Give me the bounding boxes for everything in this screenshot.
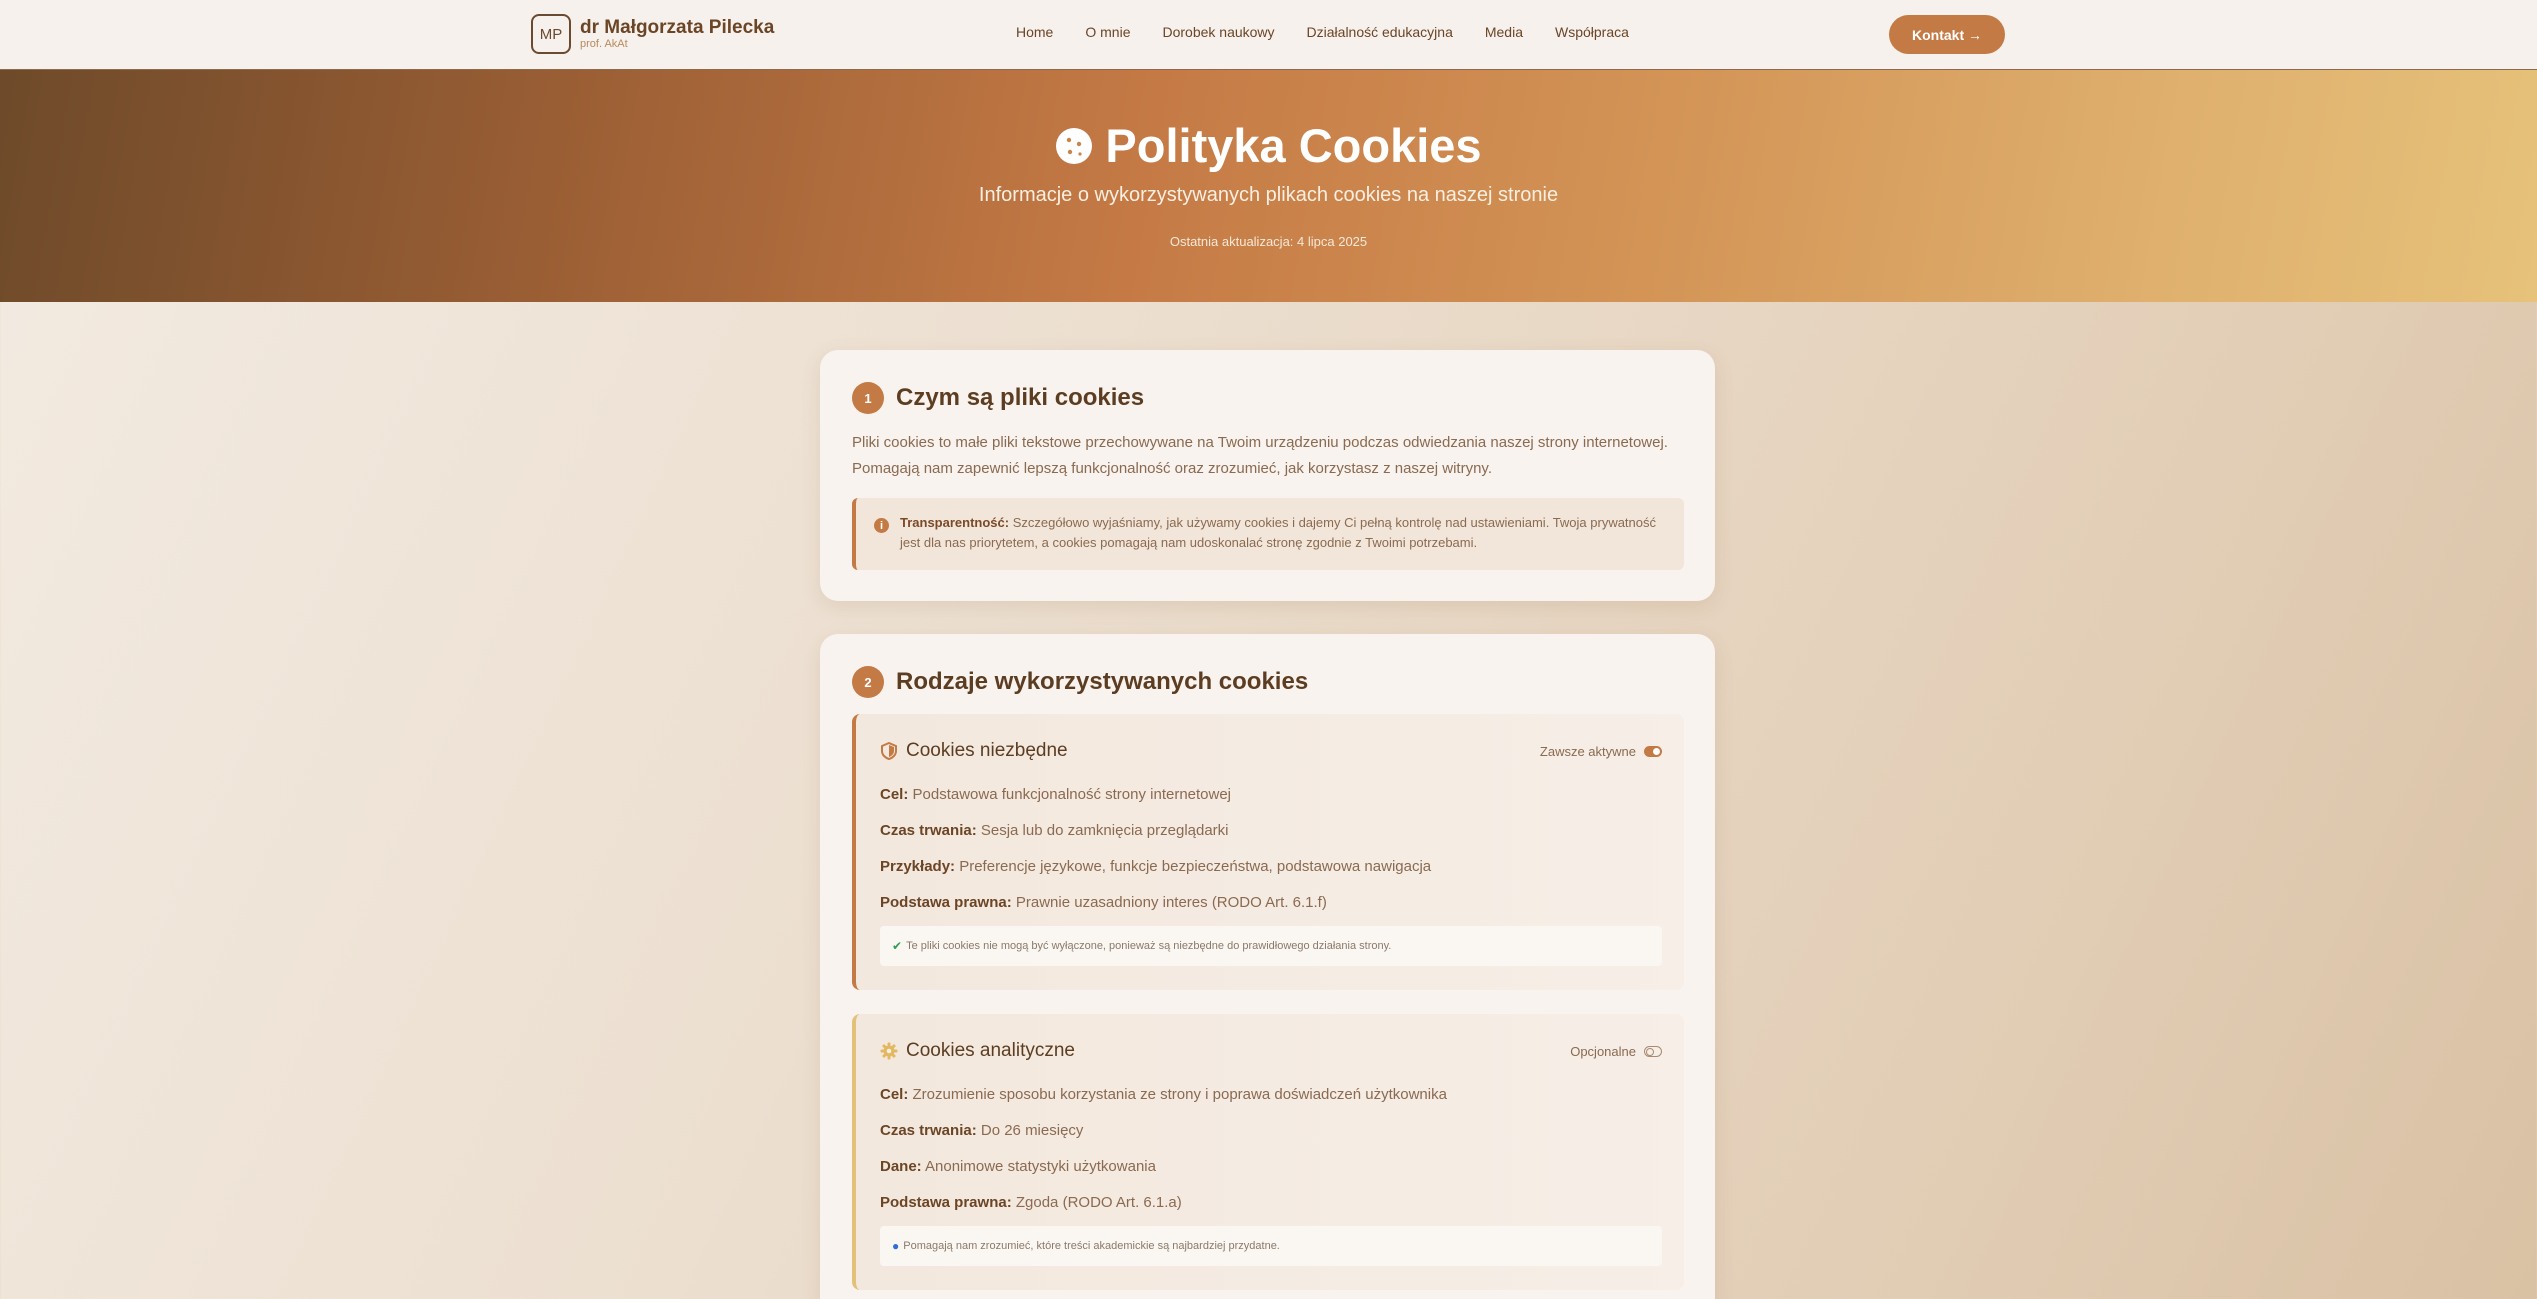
top-navbar: MP dr Małgorzata Pilecka prof. AkAt Home… [0,0,2537,70]
notice-label: Transparentność: [900,515,1010,530]
check-icon: ✔ [892,939,903,953]
transparency-notice: i Transparentność: Szczegółowo wyjaśniam… [852,498,1684,570]
row-label: Czas trwania: [880,1122,977,1139]
section-card-what-are-cookies: 1 Czym są pliki cookies Pliki cookies to… [820,350,1715,601]
section-text: Pliki cookies to małe pliki tekstowe prz… [852,434,1668,477]
last-updated: Ostatnia aktualizacja: 4 lipca 2025 [1169,234,1368,249]
gear-icon [880,1042,898,1060]
section-number: 1 [852,382,884,414]
page-title: Polityka Cookies [1105,119,1482,172]
nav-item-education[interactable]: Działalność edukacyjna [1307,24,1453,40]
note-text: Pomagają nam zrozumieć, które treści aka… [903,1240,1280,1252]
info-icon: i [874,518,889,533]
row-value: Sesja lub do zamknięcia przeglądarki [976,822,1229,839]
brand-name: dr Małgorzata Pilecka [580,17,775,38]
section-number: 2 [852,666,884,698]
info-row-examples: Przykłady: Preferencje językowe, funkcje… [880,858,1431,875]
info-row-legal-basis: Podstawa prawna: Prawnie uzasadniony int… [880,894,1327,911]
row-value: Preferencje językowe, funkcje bezpieczeń… [955,858,1432,875]
section-title: Rodzaje wykorzystywanych cookies [896,668,1309,695]
section-header: 1 Czym są pliki cookies [852,382,1144,414]
brand-logo[interactable]: MP dr Małgorzata Pilecka prof. AkAt [531,14,774,54]
cookie-note: ● Pomagają nam zrozumieć, które treści a… [880,1226,1662,1266]
section-card-cookie-types: 2 Rodzaje wykorzystywanych cookies Cooki… [820,634,1715,1299]
row-label: Cel: [880,786,909,803]
cookie-type-header: Cookies niezbędne [880,740,1068,762]
info-row-legal-basis: Podstawa prawna: Zgoda (RODO Art. 6.1.a) [880,1194,1182,1211]
cookie-icon [1056,127,1093,164]
toggle-switch[interactable] [1644,1046,1662,1057]
contact-button[interactable]: Kontakt → [1889,15,2005,54]
info-row-duration: Czas trwania: Sesja lub do zamknięcia pr… [880,822,1229,839]
section-header: 2 Rodzaje wykorzystywanych cookies [852,666,1308,698]
row-label: Cel: [880,1086,909,1103]
cookie-status: Zawsze aktywne [1540,744,1662,759]
nav-item-research[interactable]: Dorobek naukowy [1162,24,1274,40]
row-value: Do 26 miesięcy [976,1122,1084,1139]
logo-badge: MP [531,14,571,54]
note-text: Te pliki cookies nie mogą być wyłączone,… [906,940,1392,952]
info-row-purpose: Cel: Podstawowa funkcjonalność strony in… [880,786,1231,803]
main-menu: Home O mnie Dorobek naukowy Działalność … [1016,24,1661,40]
row-value: Zrozumienie sposobu korzystania ze stron… [908,1086,1447,1103]
notice-body: Szczegółowo wyjaśniamy, jak używamy cook… [900,515,1657,550]
cookie-note: ✔ Te pliki cookies nie mogą być wyłączon… [880,926,1662,966]
brand-subtitle: prof. AkAt [580,38,628,50]
nav-item-media[interactable]: Media [1485,24,1523,40]
row-label: Dane: [880,1158,922,1175]
info-row-purpose: Cel: Zrozumienie sposobu korzystania ze … [880,1086,1447,1103]
row-value: Anonimowe statystyki użytkowania [921,1158,1156,1175]
row-label: Podstawa prawna: [880,894,1012,911]
page-subtitle: Informacje o wykorzystywanych plikach co… [978,184,1559,206]
cookie-status: Opcjonalne [1570,1044,1662,1059]
info-row-data: Dane: Anonimowe statystyki użytkowania [880,1158,1156,1175]
cookie-type-necessary: Cookies niezbędne Zawsze aktywne Cel: Po… [852,714,1684,990]
nav-item-about[interactable]: O mnie [1085,24,1130,40]
nav-item-home[interactable]: Home [1016,24,1053,40]
toggle-switch[interactable] [1644,746,1662,757]
row-label: Podstawa prawna: [880,1194,1012,1211]
status-label: Opcjonalne [1570,1044,1636,1059]
status-label: Zawsze aktywne [1539,744,1636,759]
row-value: Podstawowa funkcjonalność strony interne… [908,786,1232,803]
brand-text: dr Małgorzata Pilecka prof. AkAt [580,17,775,51]
section-title: Czym są pliki cookies [896,384,1145,411]
cookie-type-header: Cookies analityczne [880,1040,1075,1062]
cookie-type-title: Cookies niezbędne [906,740,1068,761]
info-row-duration: Czas trwania: Do 26 miesięcy [880,1122,1083,1139]
cookie-type-title: Cookies analityczne [906,1040,1075,1061]
row-label: Przykłady: [880,858,956,875]
nav-item-cooperation[interactable]: Współpraca [1555,24,1629,40]
row-label: Czas trwania: [880,822,977,839]
row-value: Zgoda (RODO Art. 6.1.a) [1011,1194,1182,1211]
hero-banner: Polityka Cookies Informacje o wykorzysty… [0,70,2537,302]
hero-title-row: Polityka Cookies [0,118,2537,173]
shield-icon [881,742,897,760]
notice-text: Transparentność: Szczegółowo wyjaśniamy,… [900,513,1670,553]
cookie-type-analytics: Cookies analityczne Opcjonalne Cel: Zroz… [852,1014,1684,1290]
info-icon: ● [892,1239,900,1253]
row-value: Prawnie uzasadniony interes (RODO Art. 6… [1011,894,1327,911]
